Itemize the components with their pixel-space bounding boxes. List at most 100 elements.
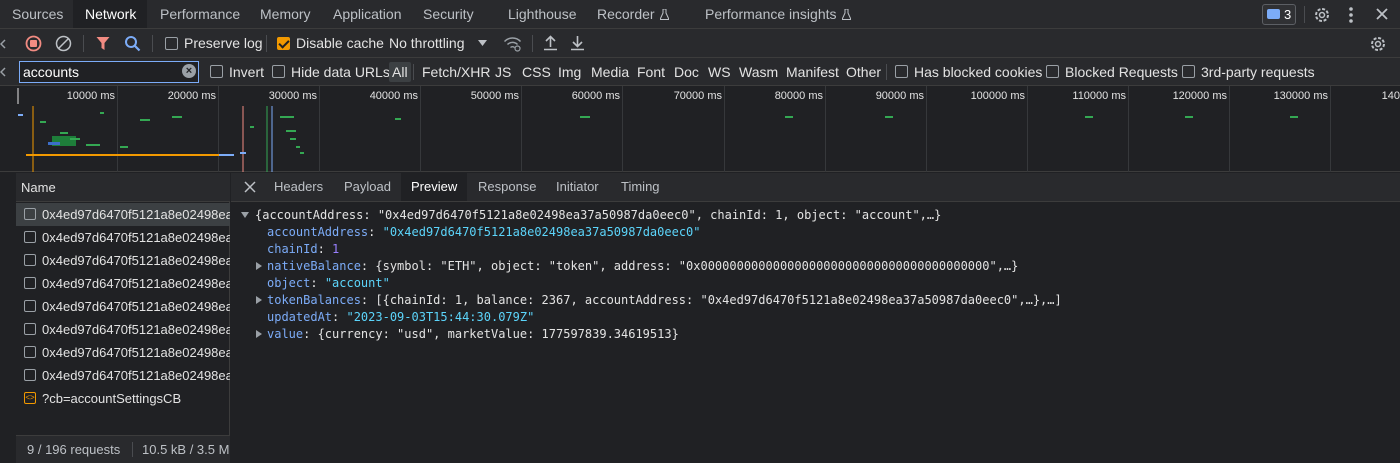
filter-type-media[interactable]: Media bbox=[591, 64, 629, 80]
request-name: ?cb=accountSettingsCB bbox=[42, 391, 182, 406]
panel-toggle-icon[interactable] bbox=[0, 39, 6, 49]
filter-type-fetch-xhr[interactable]: Fetch/XHR bbox=[422, 64, 490, 80]
name-column-header[interactable]: Name bbox=[16, 173, 230, 202]
third-party-requests-label: 3rd-party requests bbox=[1201, 64, 1315, 80]
invert-checkbox[interactable] bbox=[210, 65, 223, 78]
has-blocked-cookies-checkbox[interactable] bbox=[895, 65, 908, 78]
disable-cache-checkbox[interactable] bbox=[277, 37, 290, 50]
network-settings-gear-icon[interactable] bbox=[1369, 35, 1387, 53]
close-detail-icon[interactable] bbox=[244, 181, 256, 193]
divider bbox=[83, 35, 84, 52]
tab-lighthouse[interactable]: Lighthouse bbox=[508, 0, 577, 28]
preserve-log-checkbox[interactable] bbox=[165, 37, 178, 50]
tab-headers[interactable]: Headers bbox=[274, 173, 323, 201]
property-key: value bbox=[267, 327, 304, 341]
property-value: "0x4ed97d6470f5121a8e02498ea37a50987da0e… bbox=[382, 225, 701, 239]
tab-security[interactable]: Security bbox=[423, 0, 474, 28]
property-key: chainId bbox=[267, 242, 318, 256]
has-blocked-cookies-label: Has blocked cookies bbox=[914, 64, 1043, 80]
request-row[interactable]: 0x4ed97d6470f5121a8e02498ea37a50987da0ee… bbox=[16, 272, 230, 295]
property-value: "2023-09-03T15:44:30.079Z" bbox=[346, 310, 535, 324]
property-value: {currency: "usd", marketValue: 177597839… bbox=[317, 327, 679, 341]
property-key: object bbox=[267, 276, 311, 290]
clear-filter-icon[interactable]: × bbox=[182, 64, 196, 78]
tab-initiator[interactable]: Initiator bbox=[556, 173, 599, 201]
tab-timing[interactable]: Timing bbox=[621, 173, 660, 201]
chevron-down-icon[interactable] bbox=[478, 40, 487, 46]
network-conditions-wifi-icon[interactable] bbox=[503, 35, 522, 52]
expand-triangle-icon[interactable] bbox=[241, 212, 249, 218]
filter-type-ws[interactable]: WS bbox=[708, 64, 731, 80]
issues-messages-button[interactable]: 3 bbox=[1262, 4, 1296, 25]
request-name: 0x4ed97d6470f5121a8e02498ea37a50987da0ee… bbox=[42, 368, 230, 383]
more-options-icon[interactable] bbox=[1348, 6, 1354, 24]
request-row[interactable]: 0x4ed97d6470f5121a8e02498ea37a50987da0ee… bbox=[16, 364, 230, 387]
collapsed-triangle-icon[interactable] bbox=[256, 330, 262, 338]
clear-icon[interactable] bbox=[55, 35, 72, 52]
timeline-overview[interactable]: 10000 ms 20000 ms 30000 ms 40000 ms 5000… bbox=[0, 86, 1400, 172]
divider bbox=[1304, 6, 1305, 23]
blocked-requests-checkbox[interactable] bbox=[1046, 65, 1059, 78]
filter-type-all[interactable]: All bbox=[389, 62, 411, 82]
request-row[interactable]: 0x4ed97d6470f5121a8e02498ea37a50987da0ee… bbox=[16, 249, 230, 272]
filter-type-font[interactable]: Font bbox=[637, 64, 665, 80]
property-token-balances[interactable]: tokenBalances: [{chainId: 1, balance: 23… bbox=[267, 292, 1062, 309]
filter-type-js[interactable]: JS bbox=[495, 64, 511, 80]
request-row[interactable]: 0x4ed97d6470f5121a8e02498ea37a50987da0ee… bbox=[16, 226, 230, 249]
xhr-icon bbox=[24, 254, 36, 266]
tab-response[interactable]: Response bbox=[478, 173, 537, 201]
request-row[interactable]: 0x4ed97d6470f5121a8e02498ea37a50987da0ee… bbox=[16, 341, 230, 364]
transfer-size: 10.5 kB / 3.5 M bbox=[142, 442, 230, 457]
export-har-download-icon[interactable] bbox=[570, 35, 585, 51]
filter-input[interactable]: accounts bbox=[19, 61, 199, 83]
collapsed-triangle-icon[interactable] bbox=[256, 262, 262, 270]
hide-data-urls-checkbox[interactable] bbox=[272, 65, 285, 78]
request-name: 0x4ed97d6470f5121a8e02498ea37a50987da0ee… bbox=[42, 322, 230, 337]
throttling-select[interactable]: No throttling bbox=[389, 35, 464, 51]
divider bbox=[132, 442, 133, 457]
tab-performance-insights[interactable]: Performance insights bbox=[705, 0, 851, 28]
panel-toggle-icon[interactable] bbox=[0, 67, 6, 77]
property-key: accountAddress bbox=[267, 225, 369, 239]
third-party-requests-checkbox[interactable] bbox=[1182, 65, 1195, 78]
tab-memory[interactable]: Memory bbox=[260, 0, 311, 28]
settings-gear-icon[interactable] bbox=[1313, 6, 1331, 24]
tab-payload[interactable]: Payload bbox=[344, 173, 391, 201]
filter-type-css[interactable]: CSS bbox=[522, 64, 551, 80]
close-icon[interactable] bbox=[1375, 7, 1389, 21]
tab-performance[interactable]: Performance bbox=[160, 0, 240, 28]
blocked-requests-label: Blocked Requests bbox=[1065, 64, 1178, 80]
request-name: 0x4ed97d6470f5121a8e02498ea37a50987da0ee… bbox=[42, 207, 230, 222]
tab-application[interactable]: Application bbox=[333, 0, 402, 28]
property-value-object[interactable]: value: {currency: "usd", marketValue: 17… bbox=[267, 326, 679, 343]
filter-type-doc[interactable]: Doc bbox=[674, 64, 699, 80]
tab-recorder[interactable]: Recorder bbox=[597, 0, 669, 28]
timeline-waterfall-graph bbox=[17, 88, 1298, 172]
divider bbox=[152, 35, 153, 52]
collapsed-triangle-icon[interactable] bbox=[256, 296, 262, 304]
filter-type-other[interactable]: Other bbox=[846, 64, 881, 80]
request-name: 0x4ed97d6470f5121a8e02498ea37a50987da0ee… bbox=[42, 276, 230, 291]
search-icon[interactable] bbox=[124, 35, 141, 52]
request-row[interactable]: 0x4ed97d6470f5121a8e02498ea37a50987da0ee… bbox=[16, 203, 230, 226]
tab-preview[interactable]: Preview bbox=[401, 173, 468, 201]
property-value: {symbol: "ETH", object: "token", address… bbox=[375, 259, 1019, 273]
xhr-icon bbox=[24, 231, 36, 243]
divider bbox=[532, 35, 533, 52]
import-har-upload-icon[interactable] bbox=[543, 35, 558, 51]
filter-funnel-icon[interactable] bbox=[96, 36, 110, 51]
tab-network[interactable]: Network bbox=[73, 0, 147, 28]
filter-type-img[interactable]: Img bbox=[558, 64, 581, 80]
tab-sources[interactable]: Sources bbox=[12, 0, 63, 28]
request-name: 0x4ed97d6470f5121a8e02498ea37a50987da0ee… bbox=[42, 345, 230, 360]
filter-type-manifest[interactable]: Manifest bbox=[786, 64, 839, 80]
record-stop-icon[interactable] bbox=[25, 35, 42, 52]
filter-bar: accounts × Invert Hide data URLs All Fet… bbox=[0, 58, 1400, 86]
hide-data-urls-label: Hide data URLs bbox=[291, 64, 390, 80]
request-row[interactable]: <> ?cb=accountSettingsCB bbox=[16, 387, 230, 410]
property-native-balance[interactable]: nativeBalance: {symbol: "ETH", object: "… bbox=[267, 258, 1018, 275]
filter-type-wasm[interactable]: Wasm bbox=[739, 64, 778, 80]
object-summary[interactable]: {accountAddress: "0x4ed97d6470f5121a8e02… bbox=[255, 207, 941, 224]
request-row[interactable]: 0x4ed97d6470f5121a8e02498ea37a50987da0ee… bbox=[16, 295, 230, 318]
request-row[interactable]: 0x4ed97d6470f5121a8e02498ea37a50987da0ee… bbox=[16, 318, 230, 341]
